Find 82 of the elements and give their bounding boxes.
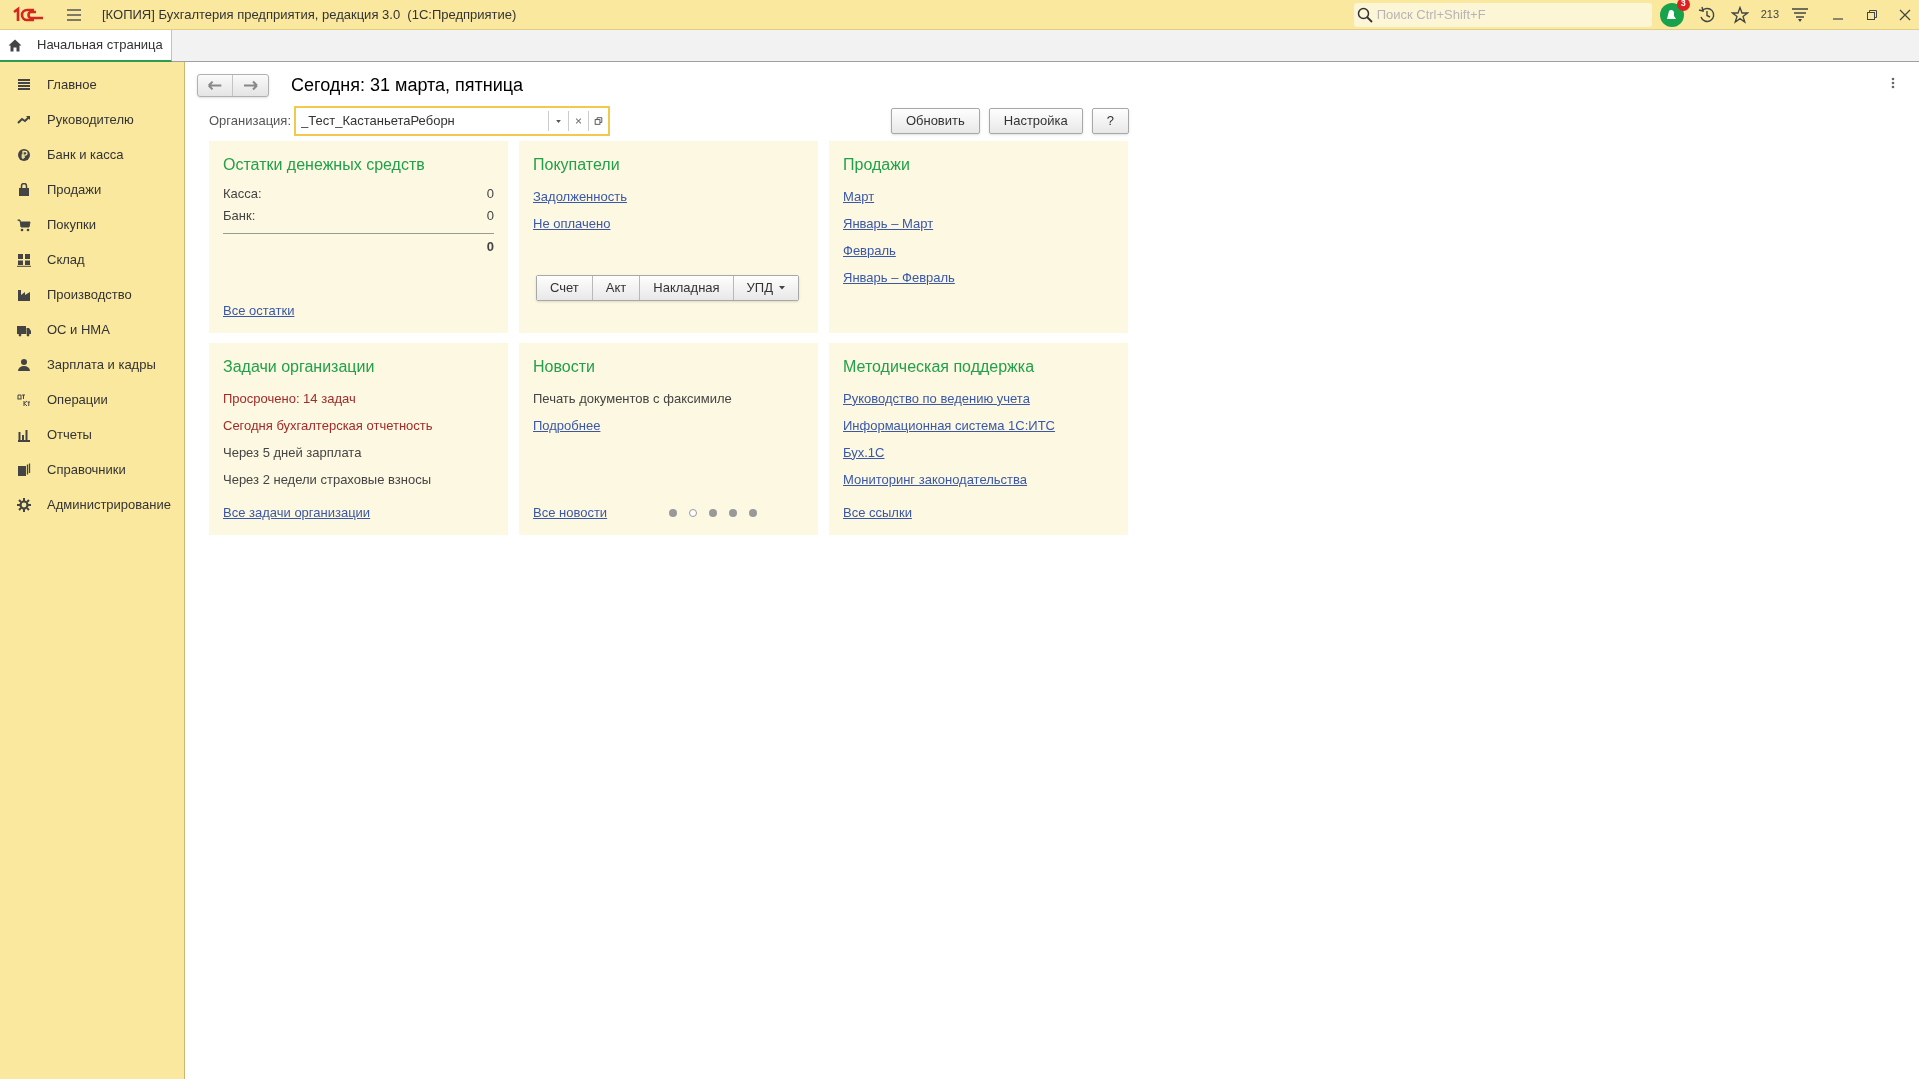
- link[interactable]: Бух.1С: [843, 442, 885, 463]
- document-button[interactable]: Акт: [591, 276, 640, 300]
- value-label: Касса:: [223, 185, 262, 204]
- card-title: Новости: [533, 357, 596, 377]
- link[interactable]: Мониторинг законодательства: [843, 469, 1028, 490]
- document-button[interactable]: УПД: [732, 276, 798, 300]
- sidebar-item[interactable]: Главное: [0, 67, 184, 102]
- restore-icon[interactable]: [1867, 9, 1877, 20]
- sidebar-item[interactable]: Руководителю: [0, 102, 184, 137]
- person-icon: [17, 357, 31, 372]
- window-title: [КОПИЯ] Бухгалтерия предприятия, редакция 3.0 (1С:Предприятие): [102, 5, 517, 24]
- history-icon[interactable]: [1697, 5, 1716, 24]
- value-amount: 0: [486, 207, 494, 226]
- sidebar-item[interactable]: ОС и НМА: [0, 312, 184, 347]
- close-icon[interactable]: [1899, 8, 1911, 21]
- tab[interactable]: Начальная страница: [0, 30, 172, 62]
- link[interactable]: Все остатки: [223, 301, 295, 321]
- sidebar-item[interactable]: Зарплата и кадры: [0, 347, 184, 382]
- sidebar-item[interactable]: Склад: [0, 242, 184, 277]
- ruble-icon: [17, 147, 31, 162]
- notification-count-badge: 3: [1676, 0, 1690, 11]
- cart-icon: [17, 217, 31, 232]
- page-title: Сегодня: 31 марта, пятница: [291, 74, 524, 97]
- caret-icon: [779, 286, 785, 290]
- books-icon: [17, 462, 31, 477]
- toolbar-button[interactable]: Обновить: [890, 108, 980, 134]
- card-title: Продажи: [843, 155, 911, 175]
- document-button[interactable]: Накладная: [639, 276, 733, 300]
- link[interactable]: Все новости: [533, 503, 608, 523]
- grid-icon: [17, 252, 31, 267]
- toolbar-button[interactable]: ?: [1091, 108, 1129, 134]
- menu-icon[interactable]: [66, 7, 82, 22]
- link[interactable]: Январь – Март: [843, 213, 934, 234]
- star-icon[interactable]: [1730, 5, 1749, 24]
- bars-icon: [17, 427, 31, 442]
- search-icon: [1356, 6, 1373, 23]
- document-button[interactable]: Счет: [537, 276, 592, 300]
- card-title: Остатки денежных средств: [223, 155, 426, 175]
- sidebar-item[interactable]: Продажи: [0, 172, 184, 207]
- gear-icon: [17, 497, 31, 512]
- search-field[interactable]: Поиск Ctrl+Shift+F: [1376, 4, 1637, 25]
- value-label: Банк:: [223, 207, 256, 226]
- filter-icon[interactable]: [1791, 6, 1809, 23]
- home-icon: [8, 38, 22, 52]
- field-label: Организация:: [209, 112, 292, 131]
- sidebar-item[interactable]: Банк и касса: [0, 137, 184, 172]
- sidebar-item[interactable]: Покупки: [0, 207, 184, 242]
- counter-label[interactable]: 213: [1760, 6, 1779, 23]
- sidebar-item[interactable]: Справочники: [0, 452, 184, 487]
- link[interactable]: Подробнее: [533, 415, 601, 436]
- card-title: Методическая поддержка: [843, 357, 1036, 377]
- value-amount: 0: [486, 185, 494, 204]
- task-text: Через 2 недели страховые взносы: [223, 470, 431, 489]
- link[interactable]: Январь – Февраль: [843, 267, 955, 288]
- link[interactable]: Все ссылки: [843, 503, 912, 523]
- total-amount: 0: [486, 238, 494, 256]
- factory-icon: [17, 287, 31, 302]
- link[interactable]: Март: [843, 186, 875, 207]
- more-icon[interactable]: [1891, 77, 1895, 89]
- notification-bell-icon[interactable]: [1659, 2, 1684, 27]
- link[interactable]: Руководство по ведению учета: [843, 388, 1030, 409]
- task-text: Печать документов с факсимиле: [533, 389, 732, 408]
- link[interactable]: Все задачи организации: [223, 503, 371, 523]
- sidebar-item[interactable]: Администрирование: [0, 487, 184, 522]
- link[interactable]: Задолженность: [533, 186, 627, 207]
- task-text: Через 5 дней зарплата: [223, 443, 362, 462]
- sidebar-item[interactable]: Производство: [0, 277, 184, 312]
- link[interactable]: Не оплачено: [533, 213, 611, 234]
- organization-select[interactable]: _Тест_КастаньетаРеборн: [294, 106, 611, 136]
- link[interactable]: Информационная система 1С:ИТС: [843, 415, 1055, 436]
- link[interactable]: Февраль: [843, 240, 896, 261]
- warning-text: Просрочено: 14 задач: [223, 389, 356, 408]
- card-title: Покупатели: [533, 155, 621, 175]
- sidebar-item[interactable]: Отчеты: [0, 417, 184, 452]
- organization-field[interactable]: _Тест_КастаньетаРеборн: [296, 111, 549, 131]
- sidebar-item[interactable]: Операции: [0, 382, 184, 417]
- warning-text: Сегодня бухгалтерская отчетность: [223, 416, 433, 435]
- search-box[interactable]: Поиск Ctrl+Shift+F: [1353, 2, 1652, 27]
- list-icon: [17, 77, 31, 92]
- toolbar-button[interactable]: Настройка: [988, 108, 1083, 134]
- card-title: Задачи организации: [223, 357, 376, 377]
- logo-icon: [12, 5, 44, 24]
